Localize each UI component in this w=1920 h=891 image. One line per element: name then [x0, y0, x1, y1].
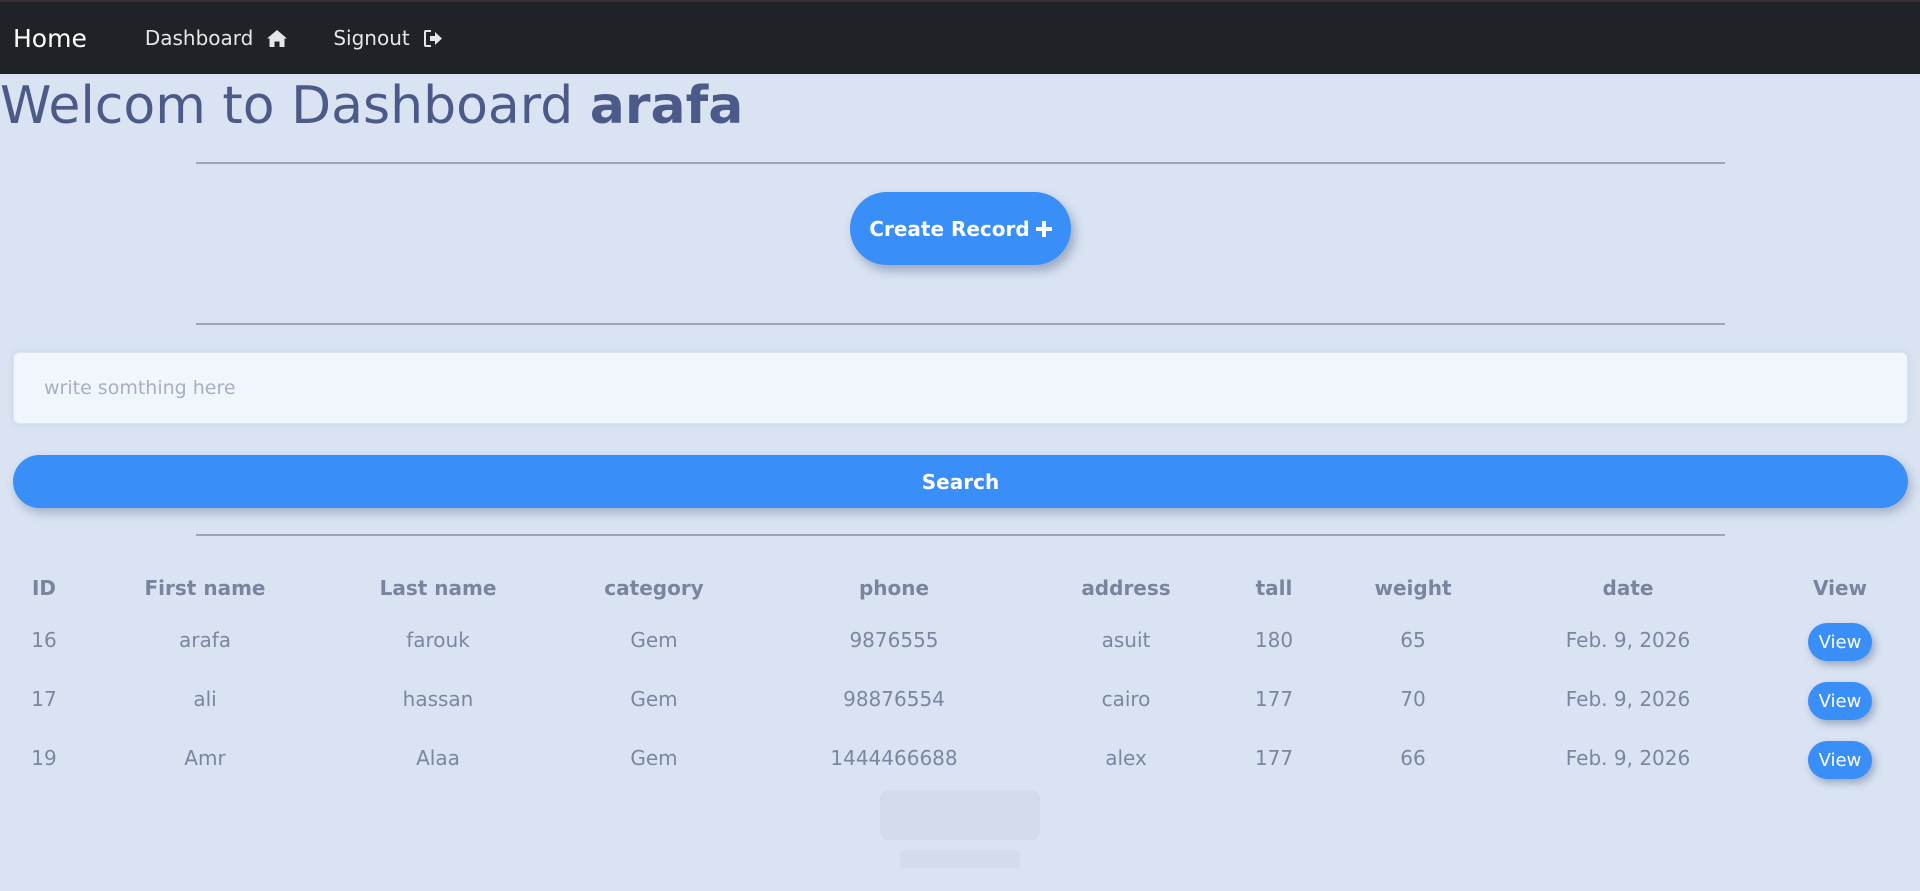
page-title: Welcom to Dashboard arafa — [0, 76, 743, 136]
divider — [196, 323, 1725, 325]
table-row: 16 arafa farouk Gem 9876555 asuit 180 65… — [0, 620, 1920, 661]
view-button[interactable]: View — [1808, 623, 1872, 661]
home-icon — [267, 29, 288, 47]
cell-address: cairo — [1101, 687, 1151, 711]
cell-tall: 177 — [1254, 687, 1294, 711]
view-button[interactable]: View — [1808, 682, 1872, 720]
welcome-text: Welcom to Dashboard — [0, 76, 590, 136]
home-link[interactable]: Home — [13, 24, 87, 53]
cell-date: Feb. 9, 2026 — [1565, 687, 1691, 711]
cell-date: Feb. 9, 2026 — [1565, 746, 1691, 770]
watermark-logo — [880, 790, 1040, 868]
view-button[interactable]: View — [1808, 741, 1872, 779]
cell-first-name: arafa — [178, 628, 232, 652]
cell-id: 17 — [31, 687, 57, 711]
cell-last-name: hassan — [402, 687, 474, 711]
table-row: 17 ali hassan Gem 98876554 cairo 177 70 … — [0, 679, 1920, 720]
header-last-name: Last name — [379, 576, 497, 600]
nav-signout-link[interactable]: Signout — [333, 26, 442, 50]
create-record-label: Create Record — [869, 216, 1030, 241]
header-phone: phone — [858, 576, 930, 600]
cell-phone: 9876555 — [849, 628, 939, 652]
cell-first-name: ali — [193, 687, 217, 711]
cell-address: asuit — [1101, 628, 1151, 652]
divider — [196, 162, 1725, 164]
create-record-button[interactable]: Create Record — [850, 192, 1071, 265]
header-address: address — [1081, 576, 1171, 600]
cell-id: 16 — [31, 628, 57, 652]
table-header-row: ID First name Last name category phone a… — [0, 568, 1920, 608]
cell-last-name: farouk — [406, 628, 470, 652]
cell-category: Gem — [630, 687, 678, 711]
cell-phone: 1444466688 — [830, 746, 958, 770]
header-id: ID — [31, 576, 57, 600]
table-row: 19 Amr Alaa Gem 1444466688 alex 177 66 F… — [0, 738, 1920, 779]
cell-weight: 66 — [1400, 746, 1426, 770]
plus-icon — [1035, 220, 1052, 237]
cell-category: Gem — [630, 628, 678, 652]
cell-last-name: Alaa — [416, 746, 460, 770]
nav-dashboard-link[interactable]: Dashboard — [145, 26, 288, 50]
cell-first-name: Amr — [184, 746, 226, 770]
nav-signout-label: Signout — [333, 26, 410, 50]
divider — [196, 534, 1725, 536]
sign-out-icon — [423, 29, 442, 47]
cell-date: Feb. 9, 2026 — [1565, 628, 1691, 652]
cell-weight: 65 — [1400, 628, 1426, 652]
navbar: Home Dashboard Signout — [0, 0, 1920, 74]
cell-weight: 70 — [1400, 687, 1426, 711]
header-tall: tall — [1255, 576, 1293, 600]
header-view: View — [1812, 576, 1868, 600]
header-first-name: First name — [144, 576, 266, 600]
cell-address: alex — [1105, 746, 1147, 770]
username: arafa — [589, 76, 744, 136]
cell-category: Gem — [630, 746, 678, 770]
cell-tall: 180 — [1254, 628, 1294, 652]
header-weight: weight — [1374, 576, 1452, 600]
cell-phone: 98876554 — [843, 687, 945, 711]
cell-id: 19 — [31, 746, 57, 770]
header-date: date — [1602, 576, 1654, 600]
header-category: category — [604, 576, 704, 600]
nav-dashboard-label: Dashboard — [144, 26, 254, 50]
search-button[interactable]: Search — [13, 455, 1908, 508]
search-input[interactable] — [13, 352, 1908, 424]
cell-tall: 177 — [1254, 746, 1294, 770]
